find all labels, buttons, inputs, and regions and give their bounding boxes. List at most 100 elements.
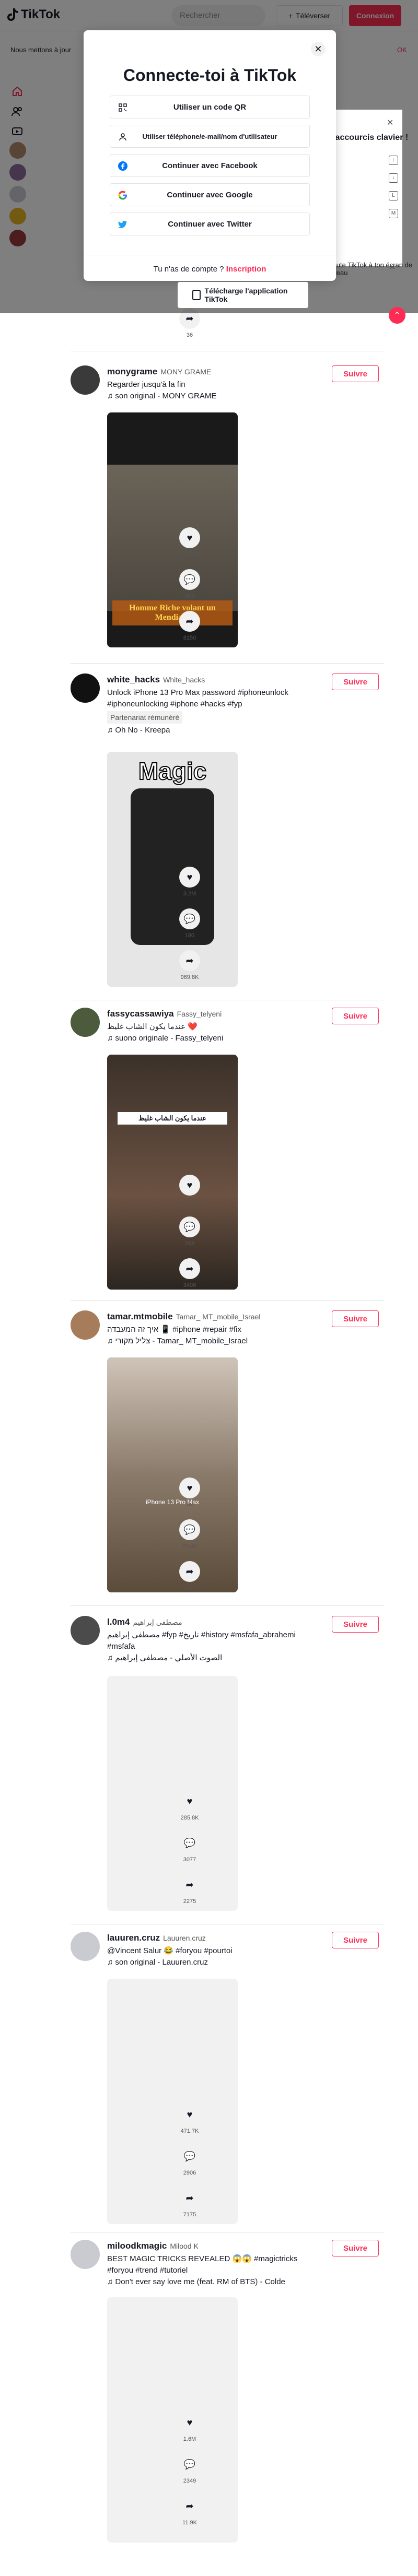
avatar[interactable] bbox=[71, 2240, 100, 2269]
follow-button[interactable]: Suivre bbox=[332, 1310, 379, 1327]
like-action[interactable]: ♥ 285.8K bbox=[179, 1791, 200, 1821]
heart-icon: ♥ bbox=[179, 1478, 200, 1498]
comment-icon: 💬 bbox=[179, 1833, 200, 1853]
music-link[interactable]: ♫ צליל מקורי - Tamar_ MT_mobile_Israel bbox=[107, 1336, 316, 1347]
like-action[interactable]: ♥ 471.7K bbox=[179, 2104, 200, 2134]
music-link[interactable]: ♫ Oh No - Kreepa bbox=[107, 725, 316, 736]
video-player[interactable] bbox=[107, 1979, 238, 2224]
post-username[interactable]: miloodkmagic Milood K bbox=[107, 2241, 199, 2251]
login-option-facebook[interactable]: Continuer avec Facebook bbox=[110, 154, 310, 177]
heart-icon: ♥ bbox=[179, 527, 200, 548]
key-icon: M bbox=[389, 209, 398, 218]
avatar[interactable] bbox=[71, 673, 100, 703]
video-caption: عندما يكون الشاب غليظ bbox=[118, 1112, 227, 1125]
heart-icon: ♥ bbox=[179, 1791, 200, 1812]
download-app-card[interactable]: Télécharge l'application TikTok bbox=[178, 282, 308, 308]
comment-action[interactable]: 💬 2906 bbox=[179, 2146, 200, 2176]
music-link[interactable]: ♫ son original - Lauuren.cruz bbox=[107, 1957, 316, 1968]
comment-icon: 💬 bbox=[179, 2454, 200, 2475]
login-option-phone-email[interactable]: Utiliser téléphone/e-mail/nom d'utilisat… bbox=[110, 125, 310, 148]
login-option-google[interactable]: Continuer avec Google bbox=[110, 183, 310, 206]
video-player[interactable] bbox=[107, 1676, 238, 1911]
video-player[interactable]: Magic bbox=[107, 752, 238, 987]
comment-action[interactable]: 💬 3077 bbox=[179, 1833, 200, 1863]
comment-icon: 💬 bbox=[179, 569, 200, 590]
video-player[interactable]: عندما يكون الشاب غليظ bbox=[107, 1055, 238, 1290]
post-username[interactable]: lauuren.cruz Lauuren.cruz bbox=[107, 1933, 206, 1943]
like-action[interactable]: ♥ 28.4K bbox=[179, 1175, 200, 1205]
scroll-top-button[interactable]: ⌃ bbox=[389, 307, 405, 324]
comment-action[interactable]: 💬 180 bbox=[179, 908, 200, 939]
comment-icon: 💬 bbox=[179, 2146, 200, 2167]
share-action[interactable]: ➦ 3408 bbox=[179, 1258, 200, 1289]
share-action[interactable]: ➦ 969.8K bbox=[179, 950, 200, 980]
music-link[interactable]: ♫ suono originale - Fassy_telyeni bbox=[107, 1033, 316, 1044]
comment-icon: 💬 bbox=[179, 908, 200, 929]
avatar[interactable] bbox=[71, 1616, 100, 1645]
comment-icon: 💬 bbox=[179, 1519, 200, 1540]
post-username[interactable]: white_hacks White_hacks bbox=[107, 675, 205, 685]
video-player[interactable]: Homme Riche volant un Mendiant bbox=[107, 412, 238, 647]
signup-link[interactable]: Inscription bbox=[226, 265, 266, 274]
comment-action[interactable]: 💬 803 bbox=[179, 569, 200, 599]
twitter-icon bbox=[118, 219, 128, 230]
share-icon: ➦ bbox=[179, 2188, 200, 2208]
follow-button[interactable]: Suivre bbox=[332, 1932, 379, 1948]
share-icon: ➦ bbox=[179, 1561, 200, 1582]
post-description: Unlock iPhone 13 Pro Max password #iphon… bbox=[107, 687, 316, 736]
post-description: @Vincent Salur 😂 #foryou #pourtoi ♫ son … bbox=[107, 1945, 316, 1968]
share-action[interactable]: ➦ 11.9K bbox=[179, 2496, 200, 2526]
close-icon[interactable]: ✕ bbox=[387, 117, 393, 128]
comment-action[interactable]: 💬 2349 bbox=[179, 2454, 200, 2484]
post-description: عندما يكون الشاب غليظ ❤️ ♫ suono origina… bbox=[107, 1021, 316, 1044]
comment-action[interactable]: 💬 203 bbox=[179, 1216, 200, 1247]
divider bbox=[71, 1605, 384, 1606]
post-username[interactable]: l.0m4 مصطفى إبراهيم bbox=[107, 1617, 182, 1627]
post-username[interactable]: fassycassawiya Fassy_telyeni bbox=[107, 1009, 222, 1019]
music-link[interactable]: ♫ son original - MONY GRAME bbox=[107, 391, 316, 402]
heart-icon: ♥ bbox=[179, 1175, 200, 1196]
video-caption: Homme Riche volant un Mendiant bbox=[112, 600, 233, 625]
like-action[interactable]: ♥ 1M bbox=[179, 1478, 200, 1508]
like-action[interactable]: ♥ 1.6M bbox=[179, 2412, 200, 2442]
follow-button[interactable]: Suivre bbox=[332, 365, 379, 382]
heart-icon: ♥ bbox=[179, 2104, 200, 2125]
music-link[interactable]: ♫ Don't ever say love me (feat. RM of BT… bbox=[107, 2276, 316, 2288]
phone-image bbox=[131, 788, 214, 945]
post-username[interactable]: tamar.mtmobile Tamar_ MT_mobile_Israel bbox=[107, 1311, 261, 1322]
share-action[interactable]: ➦ 38.1K bbox=[179, 1561, 200, 1591]
close-icon[interactable]: ✕ bbox=[311, 42, 326, 56]
comment-action[interactable]: 💬 27.4K bbox=[179, 1519, 200, 1550]
share-action[interactable]: ➦ 7175 bbox=[179, 2188, 200, 2218]
follow-button[interactable]: Suivre bbox=[332, 1616, 379, 1633]
user-icon bbox=[118, 132, 128, 142]
avatar[interactable] bbox=[71, 1008, 100, 1037]
login-option-qr[interactable]: Utiliser un code QR bbox=[110, 96, 310, 119]
avatar[interactable] bbox=[71, 1310, 100, 1340]
avatar[interactable] bbox=[71, 1932, 100, 1961]
login-option-twitter[interactable]: Continuer avec Twitter bbox=[110, 212, 310, 235]
google-icon bbox=[118, 190, 128, 200]
video-player[interactable] bbox=[107, 2297, 238, 2543]
comment-icon: 💬 bbox=[179, 1216, 200, 1237]
follow-button[interactable]: Suivre bbox=[332, 2240, 379, 2256]
post-description: مصطفى إبراهيم #fyp #تاريخ #history #msfa… bbox=[107, 1629, 316, 1664]
signup-prompt: Tu n'as de compte ? bbox=[153, 265, 224, 274]
heart-icon: ♥ bbox=[179, 2412, 200, 2433]
share-action[interactable]: ➦ 2275 bbox=[179, 1874, 200, 1905]
divider bbox=[71, 663, 384, 664]
modal-title: Connecte-toi à TikTok bbox=[123, 66, 297, 85]
key-icon: ↓ bbox=[389, 173, 398, 183]
divider bbox=[71, 1300, 384, 1301]
music-link[interactable]: ♫ الصوت الأصلي - مصطفى إبراهيم bbox=[107, 1652, 316, 1664]
share-action[interactable]: ➦ 8150 bbox=[179, 611, 200, 641]
close-icon[interactable]: ✕ bbox=[389, 262, 396, 272]
video-player[interactable]: iPhone 13 Pro Max bbox=[107, 1357, 238, 1592]
follow-button[interactable]: Suivre bbox=[332, 1008, 379, 1024]
like-action[interactable]: ♥ 103.6K bbox=[179, 527, 200, 558]
qr-icon bbox=[118, 102, 128, 113]
avatar[interactable] bbox=[71, 365, 100, 395]
post-username[interactable]: monygrame MONY GRAME bbox=[107, 367, 211, 377]
like-action[interactable]: ♥ 3.2M bbox=[179, 867, 200, 897]
follow-button[interactable]: Suivre bbox=[332, 673, 379, 690]
